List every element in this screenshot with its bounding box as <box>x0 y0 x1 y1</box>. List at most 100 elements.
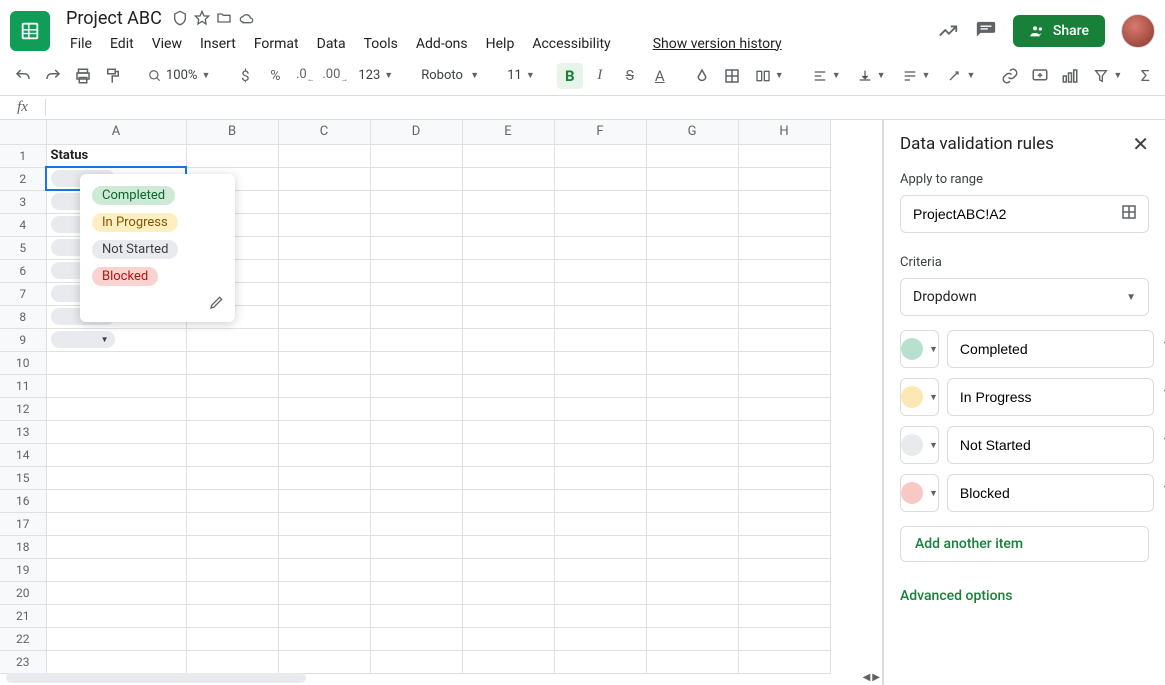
cell-E17[interactable] <box>462 512 554 535</box>
column-header-E[interactable]: E <box>462 120 554 144</box>
cell-G15[interactable] <box>646 466 738 489</box>
row-header-11[interactable]: 11 <box>0 374 46 397</box>
cell-H15[interactable] <box>738 466 830 489</box>
cell-H5[interactable] <box>738 236 830 259</box>
print-button[interactable] <box>70 63 96 89</box>
column-header-B[interactable]: B <box>186 120 278 144</box>
strikethrough-button[interactable]: S <box>617 63 643 89</box>
cell-G3[interactable] <box>646 190 738 213</box>
cell-G14[interactable] <box>646 443 738 466</box>
cell-H1[interactable] <box>738 144 830 167</box>
cell-A12[interactable] <box>46 397 186 420</box>
cell-E20[interactable] <box>462 581 554 604</box>
filter-button[interactable]: ▼ <box>1087 63 1128 89</box>
cell-G16[interactable] <box>646 489 738 512</box>
row-header-22[interactable]: 22 <box>0 627 46 650</box>
row-header-23[interactable]: 23 <box>0 650 46 673</box>
cell-G9[interactable] <box>646 328 738 351</box>
criteria-value-input[interactable] <box>947 378 1154 416</box>
dropdown-option-blocked[interactable]: Blocked <box>80 263 235 290</box>
row-header-6[interactable]: 6 <box>0 259 46 282</box>
cell-B16[interactable] <box>186 489 278 512</box>
cell-G4[interactable] <box>646 213 738 236</box>
star-icon[interactable] <box>194 10 210 26</box>
format-percent-button[interactable]: % <box>262 63 288 89</box>
row-header-13[interactable]: 13 <box>0 420 46 443</box>
cell-B10[interactable] <box>186 351 278 374</box>
cell-H9[interactable] <box>738 328 830 351</box>
column-header-D[interactable]: D <box>370 120 462 144</box>
cell-E6[interactable] <box>462 259 554 282</box>
cell-H17[interactable] <box>738 512 830 535</box>
edit-dropdown-icon[interactable] <box>209 294 225 314</box>
cell-H3[interactable] <box>738 190 830 213</box>
cell-D15[interactable] <box>370 466 462 489</box>
cell-E11[interactable] <box>462 374 554 397</box>
cell-C23[interactable] <box>278 650 370 673</box>
cell-B15[interactable] <box>186 466 278 489</box>
cell-E7[interactable] <box>462 282 554 305</box>
cell-G22[interactable] <box>646 627 738 650</box>
row-header-17[interactable]: 17 <box>0 512 46 535</box>
cell-A18[interactable] <box>46 535 186 558</box>
cell-C20[interactable] <box>278 581 370 604</box>
row-header-19[interactable]: 19 <box>0 558 46 581</box>
cell-C10[interactable] <box>278 351 370 374</box>
cell-B23[interactable] <box>186 650 278 673</box>
row-header-21[interactable]: 21 <box>0 604 46 627</box>
cell-D13[interactable] <box>370 420 462 443</box>
number-format-select[interactable]: 123▼ <box>352 63 399 89</box>
cell-E2[interactable] <box>462 167 554 190</box>
shield-icon[interactable] <box>172 10 188 26</box>
cell-H14[interactable] <box>738 443 830 466</box>
doc-title[interactable]: Project ABC <box>62 7 166 30</box>
cell-F1[interactable] <box>554 144 646 167</box>
column-header-A[interactable]: A <box>46 120 186 144</box>
cell-D14[interactable] <box>370 443 462 466</box>
cell-F18[interactable] <box>554 535 646 558</box>
column-header-H[interactable]: H <box>738 120 830 144</box>
cell-F15[interactable] <box>554 466 646 489</box>
cell-H6[interactable] <box>738 259 830 282</box>
advanced-options-button[interactable]: Advanced options <box>900 588 1149 604</box>
redo-button[interactable] <box>40 63 66 89</box>
cell-F10[interactable] <box>554 351 646 374</box>
row-header-1[interactable]: 1 <box>0 144 46 167</box>
cell-B12[interactable] <box>186 397 278 420</box>
cell-C16[interactable] <box>278 489 370 512</box>
cell-C9[interactable] <box>278 328 370 351</box>
menu-tools[interactable]: Tools <box>356 32 406 56</box>
text-rotation-button[interactable]: ▼ <box>940 63 981 89</box>
cell-E1[interactable] <box>462 144 554 167</box>
cell-B18[interactable] <box>186 535 278 558</box>
menu-accessibility[interactable]: Accessibility <box>524 32 618 56</box>
cell-G23[interactable] <box>646 650 738 673</box>
color-swatch-select[interactable]: ▼ <box>900 426 939 464</box>
insert-comment-button[interactable] <box>1027 63 1053 89</box>
cell-F9[interactable] <box>554 328 646 351</box>
cell-B11[interactable] <box>186 374 278 397</box>
cell-H21[interactable] <box>738 604 830 627</box>
cell-F2[interactable] <box>554 167 646 190</box>
text-wrap-button[interactable]: ▼ <box>896 63 937 89</box>
cell-C3[interactable] <box>278 190 370 213</box>
cell-G6[interactable] <box>646 259 738 282</box>
insert-chart-button[interactable] <box>1057 63 1083 89</box>
cell-H8[interactable] <box>738 305 830 328</box>
range-input[interactable] <box>911 205 1120 223</box>
cell-D11[interactable] <box>370 374 462 397</box>
cell-A22[interactable] <box>46 627 186 650</box>
cell-D10[interactable] <box>370 351 462 374</box>
cell-B9[interactable] <box>186 328 278 351</box>
share-button[interactable]: Share <box>1013 15 1105 47</box>
cell-A1[interactable]: Status <box>46 144 186 167</box>
select-all-corner[interactable] <box>0 120 46 144</box>
cell-E16[interactable] <box>462 489 554 512</box>
cell-H12[interactable] <box>738 397 830 420</box>
cell-C8[interactable] <box>278 305 370 328</box>
cell-E22[interactable] <box>462 627 554 650</box>
cell-D16[interactable] <box>370 489 462 512</box>
cell-E12[interactable] <box>462 397 554 420</box>
cell-G18[interactable] <box>646 535 738 558</box>
cell-H18[interactable] <box>738 535 830 558</box>
